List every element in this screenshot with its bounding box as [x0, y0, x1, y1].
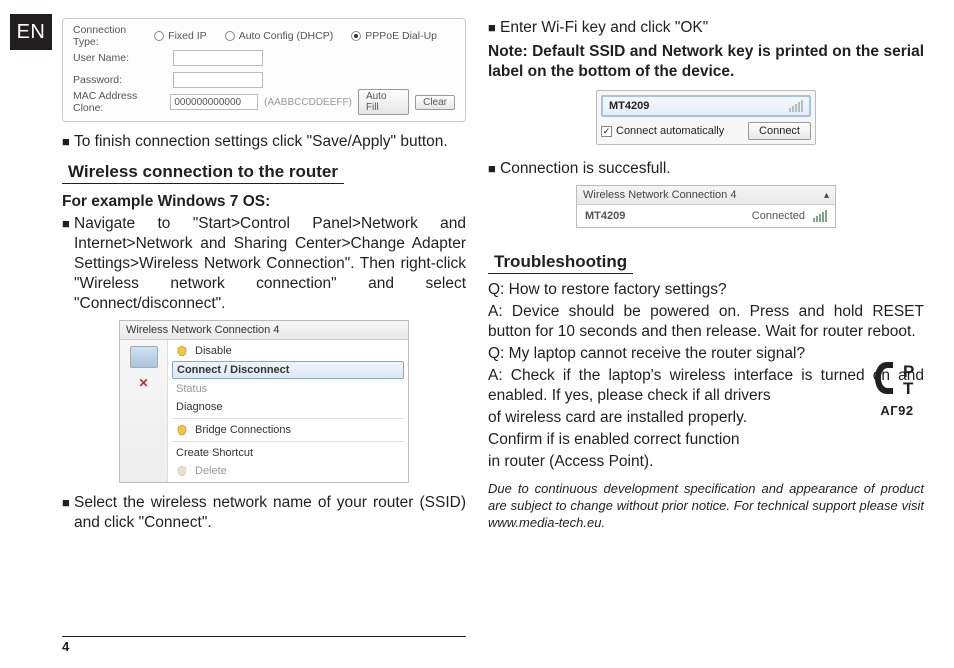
menu-item-disable-label: Disable	[195, 345, 232, 357]
monitor-icon	[130, 346, 158, 368]
password-input[interactable]	[173, 72, 263, 88]
connected-status: Connected	[752, 210, 805, 222]
username-label: User Name:	[73, 52, 173, 64]
finish-settings-text: To finish connection settings click "Sav…	[74, 132, 448, 152]
connected-ssid: MT4209	[585, 210, 625, 222]
connection-panel: Connection Type: Fixed IP Auto Config (D…	[62, 18, 466, 122]
a2d: in router (Access Point).	[488, 452, 924, 472]
clear-button[interactable]: Clear	[415, 95, 455, 110]
popover-ssid-label: MT4209	[609, 100, 649, 112]
context-menu-title-text: Wireless Network Connection 4	[126, 324, 279, 336]
radio-pppoe[interactable]: PPPoE Dial-Up	[351, 30, 437, 42]
auto-connect-checkbox[interactable]: ✓ Connect automatically	[601, 125, 724, 137]
radio-fixed-ip[interactable]: Fixed IP	[154, 30, 207, 42]
svg-text:T: T	[903, 379, 914, 398]
mac-label: MAC Address Clone:	[73, 90, 170, 114]
bullet-icon: ■	[488, 18, 500, 38]
bullet-icon: ■	[62, 132, 74, 152]
menu-item-diagnose[interactable]: Diagnose	[168, 398, 408, 416]
radio-dhcp-label: Auto Config (DHCP)	[239, 30, 334, 42]
menu-item-delete-label: Delete	[195, 465, 227, 477]
connected-panel: Wireless Network Connection 4 ▴ MT4209 C…	[576, 185, 836, 228]
cert-wrap: of wireless card are installed properly.…	[488, 406, 924, 472]
a2c: Confirm if is enabled correct function	[488, 430, 924, 450]
footnote: Due to continuous development specificat…	[488, 480, 924, 531]
signal-icon	[789, 100, 803, 112]
shield-icon	[176, 424, 188, 436]
bullet-icon: ■	[488, 159, 500, 179]
auto-connect-label: Connect automatically	[616, 125, 724, 137]
signal-icon	[813, 210, 827, 222]
menu-item-bridge-label: Bridge Connections	[195, 424, 291, 436]
connect-button[interactable]: Connect	[748, 122, 811, 140]
menu-item-connect[interactable]: Connect / Disconnect	[172, 361, 404, 379]
menu-item-shortcut[interactable]: Create Shortcut	[168, 444, 408, 462]
menu-item-disable[interactable]: Disable	[168, 342, 408, 360]
troubleshooting-header: Troubleshooting	[488, 252, 633, 274]
bullet-icon: ■	[62, 214, 74, 314]
enter-key-text: Enter Wi-Fi key and click "OK"	[500, 18, 708, 38]
popover-ssid[interactable]: MT4209	[601, 95, 811, 117]
certification-mark: P T АГ92	[870, 358, 924, 418]
a2a: A: Check if the laptop's wireless interf…	[488, 366, 924, 406]
menu-item-status[interactable]: Status	[168, 380, 408, 398]
context-menu-sidebar: ✕	[120, 340, 168, 482]
note-text: Note: Default SSID and Network key is pr…	[488, 42, 924, 82]
chevron-up-icon[interactable]: ▴	[824, 190, 829, 201]
wireless-section-header: Wireless connection to the router	[62, 162, 344, 184]
pct-icon: P T	[873, 358, 921, 398]
a2b: of wireless card are installed properly.	[488, 408, 924, 428]
q2: Q: My laptop cannot receive the router s…	[488, 344, 924, 364]
a1: A: Device should be powered on. Press an…	[488, 302, 924, 342]
username-input[interactable]	[173, 50, 263, 66]
shield-icon	[176, 345, 188, 357]
page: Connection Type: Fixed IP Auto Config (D…	[0, 18, 932, 654]
mac-input[interactable]: 000000000000	[170, 94, 258, 110]
context-menu-screenshot: Wireless Network Connection 4 ✕ Disable …	[119, 320, 409, 483]
menu-item-delete[interactable]: Delete	[168, 462, 408, 480]
x-icon: ✕	[138, 376, 148, 390]
password-label: Password:	[73, 74, 173, 86]
page-number: 4	[62, 636, 466, 654]
radio-dhcp[interactable]: Auto Config (DHCP)	[225, 30, 334, 42]
checkbox-icon: ✓	[601, 126, 612, 137]
menu-item-bridge[interactable]: Bridge Connections	[168, 421, 408, 439]
bullet-icon: ■	[62, 493, 74, 533]
select-ssid-text: Select the wireless network name of your…	[74, 493, 466, 533]
example-os-text: For example Windows 7 OS:	[62, 192, 466, 212]
shield-icon	[176, 465, 188, 477]
context-menu-title: Wireless Network Connection 4	[120, 321, 408, 340]
q1: Q: How to restore factory settings?	[488, 280, 924, 300]
cert-code: АГ92	[870, 403, 924, 418]
connected-title: Wireless Network Connection 4	[583, 189, 736, 201]
left-column: Connection Type: Fixed IP Auto Config (D…	[0, 18, 466, 654]
radio-fixed-label: Fixed IP	[168, 30, 207, 42]
mac-hint: (AABBCCDDEEFF)	[264, 97, 352, 108]
connect-popover: MT4209 ✓ Connect automatically Connect	[596, 90, 816, 145]
radio-pppoe-label: PPPoE Dial-Up	[365, 30, 437, 42]
connection-success-text: Connection is succesfull.	[500, 159, 671, 179]
language-tab: EN	[10, 14, 52, 50]
navigate-text: Navigate to "Start>Control Panel>Network…	[74, 214, 466, 314]
connection-type-label: Connection Type:	[73, 24, 154, 48]
autofill-button[interactable]: Auto Fill	[358, 89, 409, 115]
right-column: ■ Enter Wi-Fi key and click "OK" Note: D…	[484, 18, 932, 654]
